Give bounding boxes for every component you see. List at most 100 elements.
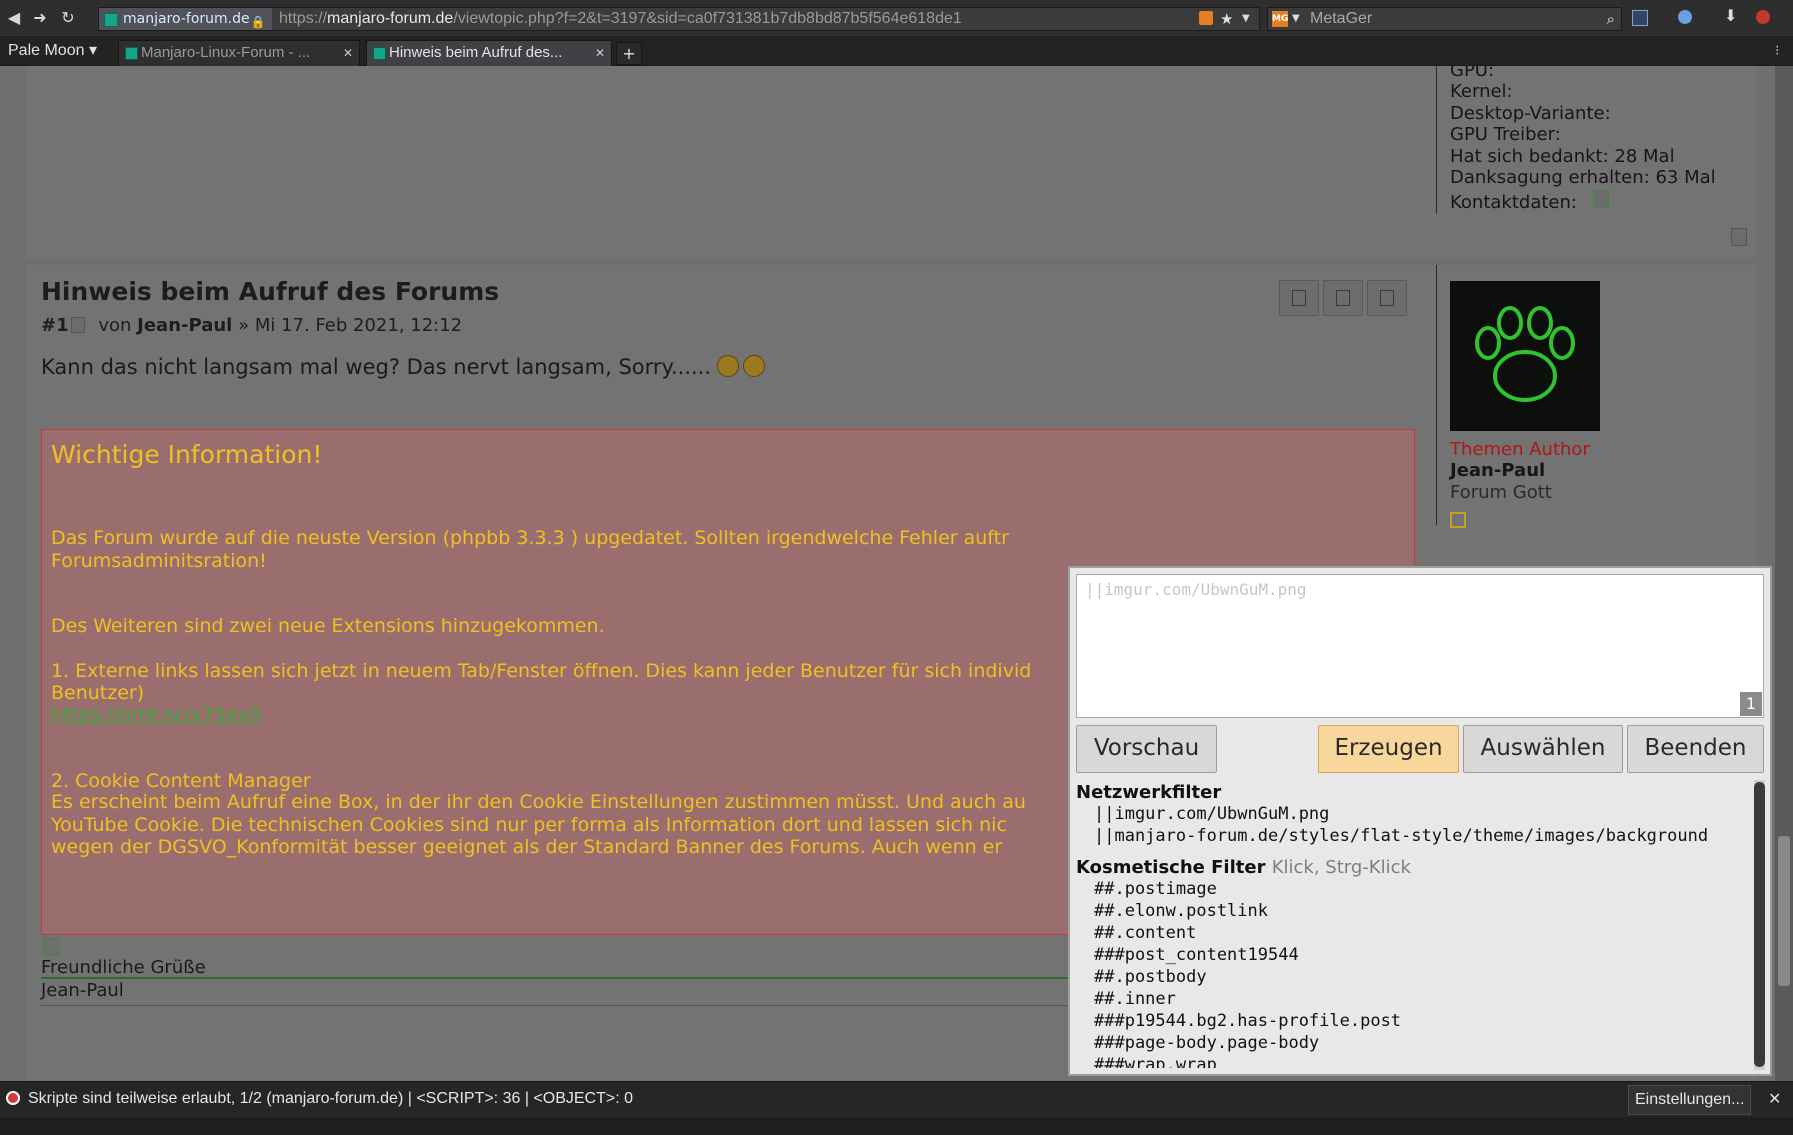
back-icon[interactable]: ◀: [4, 8, 24, 28]
profile-rank: Forum Gott: [1450, 482, 1552, 503]
network-filter-rule[interactable]: ||manjaro-forum.de/styles/flat-style/the…: [1094, 826, 1708, 846]
rss-icon[interactable]: [1199, 11, 1213, 25]
site-favicon-icon: [104, 13, 118, 27]
notice-link[interactable]: https://prnt.sc/y75ex0: [51, 704, 261, 726]
post-number[interactable]: #1: [41, 315, 69, 336]
download-icon[interactable]: ⬇: [1724, 6, 1737, 25]
chevron-down-icon[interactable]: ▼: [1292, 8, 1300, 30]
list-scrollbar[interactable]: [1754, 780, 1765, 1070]
bottom-bar: [0, 1117, 1793, 1135]
tab-forum[interactable]: Manjaro-Linux-Forum - ... ✕: [118, 40, 360, 66]
search-icon[interactable]: ⌕: [1607, 8, 1615, 30]
profile-desktop: Desktop-Variante:: [1450, 103, 1611, 124]
close-icon[interactable]: ✕: [595, 41, 605, 65]
tab-label: Hinweis beim Aufruf des...: [389, 44, 563, 61]
cosmetic-filter-rule[interactable]: ###wrap.wrap: [1094, 1055, 1217, 1068]
scrollbar-thumb[interactable]: [1778, 836, 1790, 986]
previous-post: GPU: Kernel: Desktop-Variante: GPU Treib…: [26, 66, 1757, 258]
abp-icon[interactable]: [1756, 10, 1770, 24]
post-body-text: Kann das nicht langsam mal weg? Das nerv…: [41, 355, 712, 379]
cosmetic-filter-rule[interactable]: ##.inner: [1094, 989, 1176, 1009]
filter-textarea[interactable]: ||imgur.com/UbwnGuM.png 1: [1076, 574, 1764, 718]
site-identity-label: manjaro-forum.de: [123, 11, 250, 27]
thanks-button[interactable]: [1323, 280, 1363, 316]
post-title[interactable]: Hinweis beim Aufruf des Forums: [41, 277, 499, 306]
history-icon[interactable]: [1678, 10, 1692, 24]
emoji-icon: [717, 355, 740, 377]
list-scrollbar-thumb[interactable]: [1754, 782, 1765, 1067]
cosmetic-filter-rule[interactable]: ###post_content19544: [1094, 945, 1299, 965]
url-bar[interactable]: manjaro-forum.de 🔒 https://manjaro-forum…: [98, 7, 1260, 31]
cosmetic-filter-rule[interactable]: ##.postbody: [1094, 967, 1207, 987]
post-link-icon[interactable]: [70, 317, 85, 333]
rank-badge-icon: [1450, 512, 1466, 528]
tab-list-icon[interactable]: ⁝: [1775, 43, 1779, 59]
avatar[interactable]: [1450, 281, 1600, 431]
cosmetic-filter-rule[interactable]: ##.elonw.postlink: [1094, 901, 1268, 921]
site-identity-button[interactable]: manjaro-forum.de 🔒: [99, 8, 272, 30]
report-icon: [1292, 290, 1306, 306]
tab-favicon-icon: [125, 47, 138, 60]
forward-icon[interactable]: ➜: [30, 8, 50, 28]
notice-title: Wichtige Information!: [51, 440, 323, 469]
status-text: Skripte sind teilweise erlaubt, 1/2 (man…: [28, 1090, 634, 1107]
bookmark-star-icon[interactable]: ★: [1220, 8, 1233, 30]
network-filter-rule[interactable]: ||imgur.com/UbwnGuM.png: [1094, 804, 1329, 824]
filter-textarea-value: ||imgur.com/UbwnGuM.png: [1085, 580, 1307, 599]
profile-role: Themen Author: [1450, 439, 1590, 460]
profile-kernel: Kernel:: [1450, 81, 1513, 102]
divider: [41, 1005, 1101, 1006]
contact-icon[interactable]: [1593, 190, 1609, 208]
profile-thanked: Hat sich bedankt: 28 Mal: [1450, 146, 1675, 167]
paw-print-icon: [1475, 306, 1575, 402]
tab-topic[interactable]: Hinweis beim Aufruf des... ✕: [366, 40, 612, 66]
tab-favicon-icon: [373, 47, 386, 60]
cosmetic-filter-rule[interactable]: ###p19544.bg2.has-profile.post: [1094, 1011, 1401, 1031]
tab-bar: Pale Moon ▾ Manjaro-Linux-Forum - ... ✕ …: [0, 37, 1793, 66]
notice-line: Es erscheint beim Aufruf eine Box, in de…: [51, 791, 1026, 813]
quit-button[interactable]: Beenden: [1627, 725, 1764, 773]
settings-button[interactable]: Einstellungen...: [1628, 1085, 1752, 1115]
cosmetic-filter-rule[interactable]: ##.content: [1094, 923, 1196, 943]
navigation-toolbar: ◀ ➜ ↻ manjaro-forum.de 🔒 https://manjaro…: [0, 0, 1793, 37]
post-author[interactable]: Jean-Paul: [137, 315, 232, 336]
notice-line: Forumsadminitsration!: [51, 550, 267, 572]
url-text[interactable]: https://manjaro-forum.de/viewtopic.php?f…: [279, 8, 962, 30]
bookmarks-icon[interactable]: [1632, 10, 1648, 26]
match-count-badge: 1: [1740, 692, 1762, 716]
search-bar[interactable]: MG ▼ MetaGer ⌕: [1267, 7, 1622, 31]
close-icon[interactable]: ✕: [1768, 1082, 1781, 1116]
cosmetic-filter-rule[interactable]: ##.postimage: [1094, 879, 1217, 899]
chevron-down-icon[interactable]: ▼: [1242, 8, 1250, 30]
signature-greeting: Freundliche Grüße: [41, 957, 206, 978]
thanks-icon: [1336, 290, 1350, 306]
profile-gpu: GPU:: [1450, 66, 1495, 81]
back-to-top-icon[interactable]: [1731, 228, 1747, 246]
create-button[interactable]: Erzeugen: [1318, 725, 1459, 773]
preview-button[interactable]: Vorschau: [1076, 725, 1217, 773]
notice-line: wegen der DGSVO_Konformität besser geeig…: [51, 836, 1003, 858]
filter-candidates-list: Netzwerkfilter ||imgur.com/UbwnGuM.png |…: [1076, 780, 1748, 1068]
quote-button[interactable]: [1367, 280, 1407, 316]
new-tab-button[interactable]: +: [616, 42, 642, 65]
post-date: » Mi 17. Feb 2021, 12:12: [238, 315, 463, 336]
noscript-icon[interactable]: [6, 1091, 20, 1105]
reload-icon[interactable]: ↻: [58, 8, 78, 28]
attachment-icon[interactable]: [43, 938, 59, 956]
tab-label: Manjaro-Linux-Forum - ...: [141, 44, 311, 61]
profile-username[interactable]: Jean-Paul: [1450, 460, 1545, 482]
close-icon[interactable]: ✕: [343, 41, 353, 65]
search-engine-icon[interactable]: MG: [1272, 11, 1288, 27]
search-engine-label[interactable]: MetaGer: [1310, 8, 1372, 30]
cosmetic-filter-hint: Klick, Strg-Klick: [1271, 857, 1411, 878]
signature-name: Jean-Paul: [41, 980, 124, 1001]
quote-icon: [1380, 290, 1394, 306]
profile-divider: [1436, 66, 1437, 214]
app-menu-button[interactable]: Pale Moon ▾: [0, 37, 105, 65]
cosmetic-filter-rule[interactable]: ###page-body.page-body: [1094, 1033, 1319, 1053]
select-button[interactable]: Auswählen: [1463, 725, 1623, 773]
element-picker-dialog: ||imgur.com/UbwnGuM.png 1 Vorschau Erzeu…: [1068, 566, 1772, 1076]
page-scrollbar[interactable]: [1775, 66, 1793, 1081]
status-bar: Skripte sind teilweise erlaubt, 1/2 (man…: [0, 1081, 1793, 1117]
report-button[interactable]: [1279, 280, 1319, 316]
